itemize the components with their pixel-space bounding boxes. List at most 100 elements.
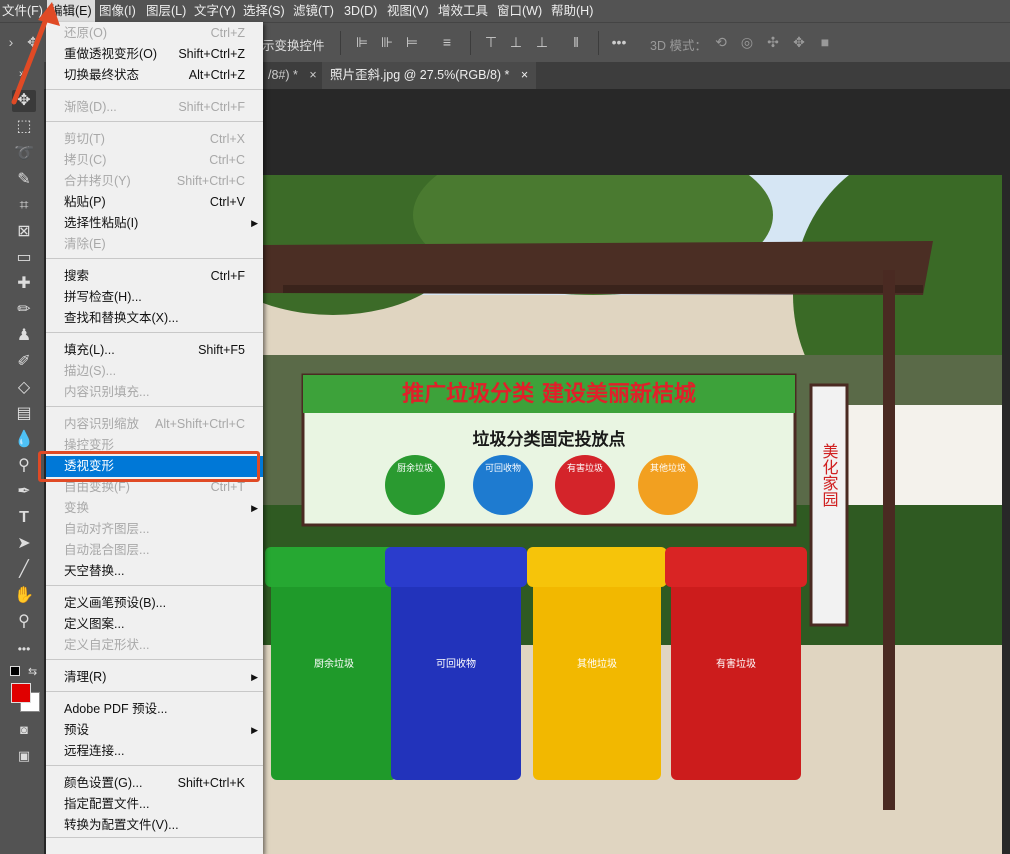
edit-menu-item-33[interactable]: 转换为配置文件(V)...: [46, 815, 263, 836]
screen-mode-icon[interactable]: ▣: [12, 745, 36, 767]
pen-tool-icon[interactable]: ✒: [12, 481, 36, 503]
banner-subtitle: 垃圾分类固定投放点: [473, 429, 626, 450]
zoom-tool-icon[interactable]: ⚲: [12, 611, 36, 633]
menu-5[interactable]: 选择(S): [243, 0, 285, 22]
blur-tool-icon[interactable]: 💧: [12, 429, 36, 451]
menu-item-label: 自动对齐图层...: [64, 522, 150, 536]
menu-separator: [46, 659, 263, 660]
align-right-icon[interactable]: ⊨: [403, 33, 421, 51]
edit-menu-item-11[interactable]: 拼写检查(H)...: [46, 287, 263, 308]
marquee-tool-icon[interactable]: ⬚: [12, 116, 36, 138]
edit-menu-item-27[interactable]: 清理(R) ▶: [46, 667, 263, 688]
menu-item-shortcut: Shift+Ctrl+Z: [178, 47, 245, 61]
edit-menu-item-8[interactable]: 选择性粘贴(I) ▶: [46, 213, 263, 234]
highlight-annotation-box: [38, 451, 260, 482]
close-icon[interactable]: ×: [521, 68, 528, 82]
frame-tool-icon[interactable]: ⊠: [12, 221, 36, 243]
healing-brush-tool-icon[interactable]: ✚: [12, 273, 36, 295]
menu-item-label: 拷贝(C): [64, 153, 107, 167]
swap-colors-icon[interactable]: ⇆: [28, 665, 37, 678]
edit-menu-item-20: 变换 ▶: [46, 498, 263, 519]
circle-label-hazardous: 有害垃圾: [567, 462, 603, 474]
menu-3[interactable]: 图层(L): [146, 0, 186, 22]
edit-menu-item-30[interactable]: 远程连接...: [46, 741, 263, 762]
menu-bar: 文件(F) 编辑(E) 图像(I) 图层(L) 文字(Y) 选择(S) 滤镜(T) 3D(D)…: [0, 0, 1010, 22]
crop-tool-icon[interactable]: ⌗: [12, 195, 36, 217]
roll-3d-icon[interactable]: ◎: [738, 33, 756, 51]
tab-document-2[interactable]: 照片歪斜.jpg @ 27.5%(RGB/8) * ×: [322, 62, 537, 89]
edit-menu-item-31[interactable]: 颜色设置(G)... Shift+Ctrl+K: [46, 773, 263, 794]
document-canvas[interactable]: 推广垃圾分类 建设美丽新桔城 垃圾分类固定投放点 厨余垃圾 可回收物 有害垃圾 …: [263, 175, 1002, 854]
menu-7[interactable]: 3D(D): [344, 0, 377, 22]
edit-menu-item-25[interactable]: 定义图案...: [46, 614, 263, 635]
edit-menu-item-24[interactable]: 定义画笔预设(B)...: [46, 593, 263, 614]
edit-menu-item-28[interactable]: Adobe PDF 预设...: [46, 699, 263, 720]
edit-menu-item-10[interactable]: 搜索 Ctrl+F: [46, 266, 263, 287]
edit-menu-item-13[interactable]: 填充(L)... Shift+F5: [46, 340, 263, 361]
align-bottom-icon[interactable]: ⊥: [533, 33, 551, 51]
divider: [598, 31, 599, 55]
hand-tool-icon[interactable]: ✋: [12, 585, 36, 607]
pan-3d-icon[interactable]: ✣: [764, 33, 782, 51]
menu-item-label: 内容识别填充...: [64, 385, 150, 399]
menu-item-label: 自动混合图层...: [64, 543, 150, 557]
gradient-tool-icon[interactable]: ▤: [12, 403, 36, 425]
banner-title: 推广垃圾分类 建设美丽新桔城: [402, 381, 696, 407]
clone-stamp-tool-icon[interactable]: ♟: [12, 325, 36, 347]
menu-6[interactable]: 滤镜(T): [293, 0, 334, 22]
edit-menu-item-29[interactable]: 预设 ▶: [46, 720, 263, 741]
show-transform-controls-label[interactable]: 示变换控件: [262, 35, 325, 54]
menu-item-label: 颜色设置(G)...: [64, 776, 143, 790]
circle-label-kitchen: 厨余垃圾: [397, 462, 433, 474]
dodge-tool-icon[interactable]: ⚲: [12, 455, 36, 477]
edit-menu-item-26: 定义自定形状...: [46, 635, 263, 656]
menu-8[interactable]: 视图(V): [387, 0, 429, 22]
type-tool-icon[interactable]: T: [12, 507, 36, 529]
edit-menu-item-14: 描边(S)...: [46, 361, 263, 382]
menu-item-label: 转换为配置文件(V)...: [64, 818, 179, 832]
bin-label-green: 厨余垃圾: [314, 657, 354, 670]
line-tool-icon[interactable]: ╱: [12, 559, 36, 581]
menu-9[interactable]: 增效工具: [438, 0, 488, 22]
distribute-v-icon[interactable]: ‖: [567, 33, 585, 51]
menu-10[interactable]: 窗口(W): [497, 0, 542, 22]
brush-tool-icon[interactable]: ✏: [12, 299, 36, 321]
align-vcenter-icon[interactable]: ⊥: [507, 33, 525, 51]
distribute-icon[interactable]: ≡: [438, 33, 456, 51]
menu-item-label: 变换: [64, 501, 90, 515]
edit-menu-item-32[interactable]: 指定配置文件...: [46, 794, 263, 815]
menu-4[interactable]: 文字(Y): [194, 0, 236, 22]
edit-toolbar-icon[interactable]: •••: [12, 638, 36, 660]
circle-label-other: 其他垃圾: [650, 462, 686, 474]
more-options-icon[interactable]: •••: [610, 33, 628, 51]
menu-item-label: Adobe PDF 预设...: [64, 702, 168, 716]
edit-menu-item-23[interactable]: 天空替换...: [46, 561, 263, 582]
bin-label-yellow: 其他垃圾: [577, 657, 617, 670]
eraser-tool-icon[interactable]: ◇: [12, 377, 36, 399]
edit-menu-item-7[interactable]: 粘贴(P) Ctrl+V: [46, 192, 263, 213]
tab-label: /8#) *: [268, 68, 298, 82]
lasso-tool-icon[interactable]: ➰: [12, 143, 36, 165]
align-top-icon[interactable]: ⊤: [482, 33, 500, 51]
path-select-tool-icon[interactable]: ➤: [12, 533, 36, 555]
orbit-3d-icon[interactable]: ⟲: [712, 33, 730, 51]
foreground-color-swatch[interactable]: [11, 683, 31, 703]
edit-menu-item-12[interactable]: 查找和替换文本(X)...: [46, 308, 263, 329]
edit-menu-item-4: 剪切(T) Ctrl+X: [46, 129, 263, 150]
close-icon[interactable]: ×: [309, 68, 316, 82]
tab-document-1[interactable]: /8#) * ×: [268, 62, 317, 89]
align-left-icon[interactable]: ⊫: [353, 33, 371, 51]
menu-item-label: 清除(E): [64, 237, 106, 251]
menu-item-label: 内容识别缩放: [64, 417, 140, 431]
align-hcenter-icon[interactable]: ⊪: [378, 33, 396, 51]
quick-mask-icon[interactable]: ◙: [12, 719, 36, 741]
quick-select-tool-icon[interactable]: ✎: [12, 169, 36, 191]
eyedropper-tool-icon[interactable]: ▭: [12, 247, 36, 269]
default-colors-icon[interactable]: [10, 666, 20, 676]
menu-item-label: 指定配置文件...: [64, 797, 150, 811]
menu-11[interactable]: 帮助(H): [551, 0, 593, 22]
camera-3d-icon[interactable]: ■: [816, 33, 834, 51]
slide-3d-icon[interactable]: ✥: [790, 33, 808, 51]
history-brush-tool-icon[interactable]: ✐: [12, 351, 36, 373]
menu-item-label: 查找和替换文本(X)...: [64, 311, 179, 325]
